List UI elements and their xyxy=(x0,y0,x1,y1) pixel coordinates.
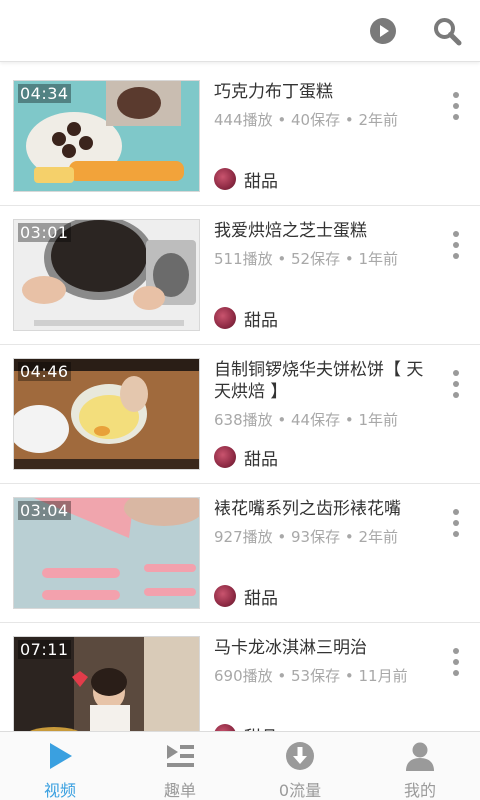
video-list-item[interactable]: 03:01 我爱烘焙之芝士蛋糕 511播放 • 52保存 • 1年前 甜品 xyxy=(0,206,480,345)
video-stats: 638播放 • 44保存 • 1年前 xyxy=(214,411,399,429)
video-duration: 03:04 xyxy=(18,501,71,520)
video-feed[interactable]: 04:34 巧克力布丁蛋糕 444播放 • 40保存 • 2年前 甜品 03:0 xyxy=(0,67,480,731)
play-circle-icon[interactable] xyxy=(368,16,398,46)
tab-label: 0流量 xyxy=(278,781,322,800)
video-duration: 04:34 xyxy=(18,84,71,103)
category-avatar xyxy=(214,724,236,731)
bottom-tab-bar: 视频 趣单 0流量 我的 xyxy=(0,731,480,800)
video-title[interactable]: 裱花嘴系列之齿形裱花嘴 xyxy=(214,498,436,520)
more-options-icon[interactable] xyxy=(448,647,464,677)
video-list-item[interactable]: 03:04 裱花嘴系列之齿形裱花嘴 927播放 • 93保存 • 2年前 甜品 xyxy=(0,484,480,623)
video-list-item[interactable]: 07:11 马卡龙冰淇淋三明治 690播放 • 53保存 • 11月前 甜品 xyxy=(0,623,480,731)
tab-video[interactable]: 视频 xyxy=(0,732,120,800)
video-stats: 690播放 • 53保存 • 11月前 xyxy=(214,667,408,685)
video-thumbnail[interactable]: 03:04 xyxy=(13,497,200,609)
category-tag[interactable]: 甜品 xyxy=(214,167,278,192)
category-label: 甜品 xyxy=(244,588,278,609)
search-icon[interactable] xyxy=(432,16,462,46)
category-tag[interactable]: 甜品 xyxy=(214,306,278,331)
tab-offline[interactable]: 0流量 xyxy=(240,732,360,800)
video-title[interactable]: 我爱烘焙之芝士蛋糕 xyxy=(214,220,436,242)
category-label: 甜品 xyxy=(244,449,278,470)
video-duration: 03:01 xyxy=(18,223,71,242)
category-tag[interactable]: 甜品 xyxy=(214,723,278,731)
top-bar xyxy=(0,0,480,62)
playlist-icon xyxy=(167,745,194,767)
category-avatar xyxy=(214,307,236,329)
category-tag[interactable]: 甜品 xyxy=(214,584,278,609)
category-label: 甜品 xyxy=(244,310,278,331)
more-options-icon[interactable] xyxy=(448,230,464,260)
category-label: 甜品 xyxy=(244,171,278,192)
video-title[interactable]: 马卡龙冰淇淋三明治 xyxy=(214,637,436,659)
video-thumbnail[interactable]: 03:01 xyxy=(13,219,200,331)
more-options-icon[interactable] xyxy=(448,369,464,399)
more-options-icon[interactable] xyxy=(448,91,464,121)
user-icon xyxy=(406,742,434,771)
category-avatar xyxy=(214,585,236,607)
video-thumbnail[interactable]: 04:34 xyxy=(13,80,200,192)
video-play-icon xyxy=(50,743,72,769)
video-duration: 04:46 xyxy=(18,362,71,381)
tab-label: 我的 xyxy=(403,781,436,800)
video-list-item[interactable]: 04:46 自制铜锣烧华夫饼松饼【 天天烘焙 】 638播放 • 44保存 • … xyxy=(0,345,480,484)
tab-label: 趣单 xyxy=(163,781,196,800)
category-tag[interactable]: 甜品 xyxy=(214,445,278,470)
tab-label: 视频 xyxy=(43,781,76,800)
category-avatar xyxy=(214,168,236,190)
video-list-item[interactable]: 04:34 巧克力布丁蛋糕 444播放 • 40保存 • 2年前 甜品 xyxy=(0,67,480,206)
video-title[interactable]: 自制铜锣烧华夫饼松饼【 天天烘焙 】 xyxy=(214,359,436,403)
download-icon xyxy=(286,742,314,770)
video-thumbnail[interactable]: 07:11 xyxy=(13,636,200,731)
category-avatar xyxy=(214,446,236,468)
video-title[interactable]: 巧克力布丁蛋糕 xyxy=(214,81,436,103)
tab-playlist[interactable]: 趣单 xyxy=(120,732,240,800)
video-thumbnail[interactable]: 04:46 xyxy=(13,358,200,470)
video-stats: 511播放 • 52保存 • 1年前 xyxy=(214,250,399,268)
category-label: 甜品 xyxy=(244,723,278,732)
tab-profile[interactable]: 我的 xyxy=(360,732,480,800)
more-options-icon[interactable] xyxy=(448,508,464,538)
video-stats: 927播放 • 93保存 • 2年前 xyxy=(214,528,399,546)
video-duration: 07:11 xyxy=(18,640,71,659)
video-stats: 444播放 • 40保存 • 2年前 xyxy=(214,111,399,129)
